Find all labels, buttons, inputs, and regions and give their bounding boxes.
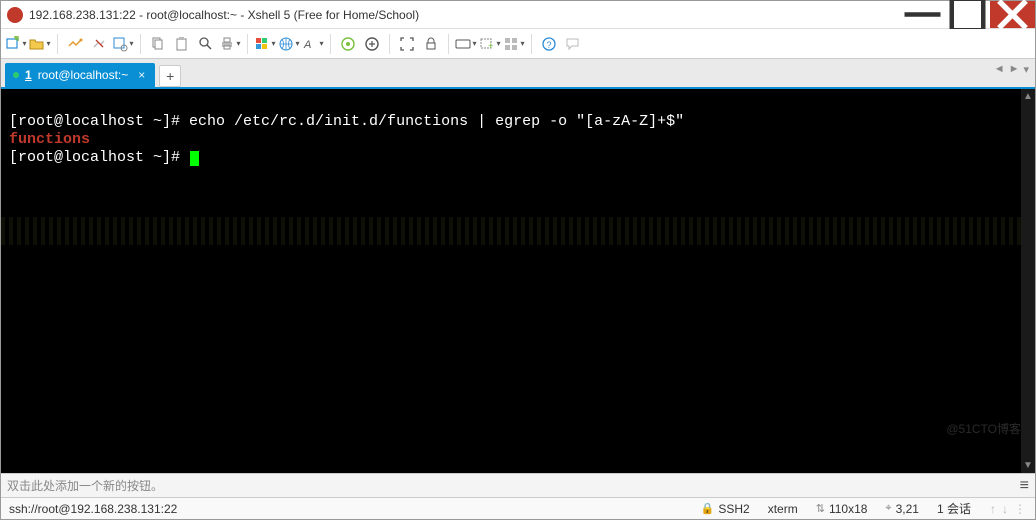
svg-text:?: ?	[547, 40, 552, 50]
help-button[interactable]: ?	[538, 33, 560, 55]
terminal-scrollbar[interactable]: ▲ ▼	[1021, 89, 1035, 473]
keyboard-button[interactable]	[455, 33, 477, 55]
properties-button[interactable]	[112, 33, 134, 55]
size-icon: ⇅	[816, 502, 825, 515]
font-button[interactable]: A	[302, 33, 324, 55]
term-line-1: [root@localhost ~]# echo /etc/rc.d/init.…	[9, 113, 684, 130]
app-icon	[7, 7, 23, 23]
xagent-button[interactable]	[337, 33, 359, 55]
status-protocol: 🔒 SSH2	[701, 502, 750, 516]
reconnect-button[interactable]	[64, 33, 86, 55]
arrow-down-icon[interactable]: ↓	[1002, 502, 1008, 516]
maximize-button[interactable]	[945, 1, 990, 28]
hintbar-menu-icon[interactable]: ≡	[1020, 477, 1029, 495]
xftp-button[interactable]	[361, 33, 383, 55]
term-line-3: [root@localhost ~]#	[9, 149, 189, 166]
tab-overflow-controls: ◄ ► ▾	[994, 63, 1029, 76]
tab-prev-icon[interactable]: ◄	[994, 63, 1005, 76]
window-title: 192.168.238.131:22 - root@localhost:~ - …	[29, 8, 900, 22]
print-button[interactable]	[219, 33, 241, 55]
fullscreen-button[interactable]	[396, 33, 418, 55]
quick-command-button[interactable]: +	[479, 33, 501, 55]
arrow-up-icon[interactable]: ↑	[990, 502, 996, 516]
main-toolbar: A + ?	[1, 29, 1035, 59]
svg-text:+: +	[488, 41, 493, 51]
window-controls	[900, 1, 1035, 28]
title-bar: 192.168.238.131:22 - root@localhost:~ - …	[1, 1, 1035, 29]
status-size: ⇅ 110x18	[816, 502, 868, 516]
cursor-icon	[190, 151, 199, 166]
watermark-text: @51CTO博客	[946, 420, 1021, 437]
term-line-2: functions	[9, 131, 90, 148]
tab-list-icon[interactable]: ▾	[1023, 63, 1029, 76]
tab-bar: 1 root@localhost:~ × + ◄ ► ▾	[1, 59, 1035, 87]
copy-button[interactable]	[147, 33, 169, 55]
connection-status-icon	[13, 72, 19, 78]
scroll-up-icon[interactable]: ▲	[1023, 89, 1033, 104]
status-sessions: 1 会话	[937, 500, 971, 517]
minimize-button[interactable]	[900, 1, 945, 28]
tab-close-icon[interactable]: ×	[138, 68, 145, 82]
terminal-area[interactable]: [root@localhost ~]# echo /etc/rc.d/init.…	[1, 87, 1035, 473]
status-termtype: xterm	[768, 502, 798, 516]
paste-button[interactable]	[171, 33, 193, 55]
status-nav-arrows: ↑ ↓ ⋮	[989, 502, 1027, 516]
feedback-button[interactable]	[562, 33, 584, 55]
terminal-output[interactable]: [root@localhost ~]# echo /etc/rc.d/init.…	[1, 89, 1035, 191]
tab-next-icon[interactable]: ►	[1009, 63, 1020, 76]
close-button[interactable]	[990, 1, 1035, 28]
find-button[interactable]	[195, 33, 217, 55]
disconnect-button[interactable]	[88, 33, 110, 55]
lock-button[interactable]	[420, 33, 442, 55]
encoding-button[interactable]	[278, 33, 300, 55]
svg-text:A: A	[303, 39, 311, 51]
tab-label: root@localhost:~	[38, 68, 129, 82]
status-cursor-pos: ⌖ 3,21	[885, 502, 919, 516]
open-button[interactable]	[29, 33, 51, 55]
lock-icon: 🔒	[701, 502, 715, 515]
tile-button[interactable]	[503, 33, 525, 55]
new-tab-button[interactable]: +	[159, 65, 181, 87]
session-tab[interactable]: 1 root@localhost:~ ×	[5, 63, 155, 87]
scroll-track[interactable]	[1023, 104, 1033, 458]
quick-command-bar[interactable]: 双击此处添加一个新的按钮。 ≡	[1, 473, 1035, 497]
color-scheme-button[interactable]	[254, 33, 276, 55]
tab-index: 1	[25, 68, 32, 82]
hint-text: 双击此处添加一个新的按钮。	[7, 477, 163, 494]
scroll-down-icon[interactable]: ▼	[1023, 458, 1033, 473]
visualizer-decor	[1, 217, 1021, 245]
status-connection: ssh://root@192.168.238.131:22	[9, 502, 683, 516]
new-session-button[interactable]	[5, 33, 27, 55]
position-icon: ⌖	[885, 502, 891, 515]
status-bar: ssh://root@192.168.238.131:22 🔒 SSH2 xte…	[1, 497, 1035, 519]
arrow-split-icon[interactable]: ⋮	[1014, 502, 1026, 516]
